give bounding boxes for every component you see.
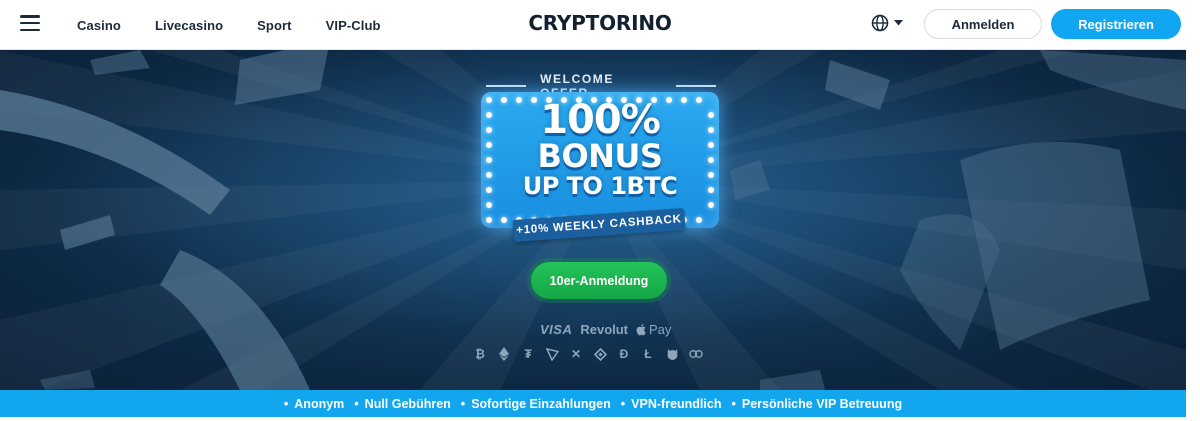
marquee-bulb	[501, 97, 507, 103]
nav-sport[interactable]: Sport	[257, 18, 291, 33]
ripple-icon: ✕	[570, 347, 582, 361]
chainlink-icon	[689, 347, 703, 361]
feature-instant-deposits: Sofortige Einzahlungen	[461, 397, 611, 411]
marquee-bulb	[621, 97, 627, 103]
marquee-bulb	[708, 127, 714, 133]
marquee-bulb	[708, 202, 714, 208]
language-selector[interactable]	[871, 14, 903, 32]
feature-vip-support: Persönliche VIP Betreuung	[731, 397, 902, 411]
crypto-icons: ₿ ₮ ✕ Đ Ł	[473, 347, 703, 361]
marquee-bulb	[486, 157, 492, 163]
features-bar: Anonym Null Gebühren Sofortige Einzahlun…	[0, 390, 1186, 417]
site-header: Casino Livecasino Sport VIP-Club CRYPTOR…	[0, 0, 1200, 50]
bonus-percent: 100%	[540, 97, 661, 143]
bitcoin-icon: ₿	[475, 347, 485, 361]
marquee-bulb	[636, 97, 642, 103]
marquee-bulb	[708, 172, 714, 178]
marquee-bulb	[501, 217, 507, 223]
marquee-bulb	[708, 142, 714, 148]
marquee-bulb	[486, 217, 492, 223]
divider-right	[675, 85, 717, 87]
site-logo[interactable]: CRYPTORINO	[525, 11, 675, 35]
marquee-bulb	[486, 172, 492, 178]
feature-null-fees: Null Gebühren	[354, 397, 451, 411]
bonus-word: BONUS	[537, 137, 663, 175]
marquee-bulb	[708, 112, 714, 118]
scrollbar-gutter	[1186, 0, 1200, 421]
ethereum-icon	[497, 347, 511, 361]
nav-vip-club[interactable]: VIP-Club	[326, 18, 381, 33]
marquee-bulb	[681, 97, 687, 103]
marquee-bulb	[486, 202, 492, 208]
marquee-bulb	[486, 142, 492, 148]
marquee-bulb	[486, 112, 492, 118]
marquee-bulb	[516, 97, 522, 103]
register-button[interactable]: Registrieren	[1051, 9, 1181, 39]
hero-banner: WELCOME OFFER 100% BONUS UP TO 1BTC +10%…	[0, 50, 1186, 390]
dogecoin-icon: Đ	[619, 347, 629, 361]
marquee-bulb	[546, 97, 552, 103]
login-button[interactable]: Anmelden	[924, 9, 1042, 39]
bonus-headline: 100% BONUS UP TO 1BTC	[481, 100, 719, 198]
payment-methods: VISA Revolut Pay	[540, 322, 671, 337]
revolut-logo: Revolut	[580, 322, 629, 337]
marquee-bulb	[561, 97, 567, 103]
signup-cta-button[interactable]: 10er-Anmeldung	[531, 262, 667, 299]
bonus-amount: UP TO 1BTC	[522, 172, 678, 200]
shiba-icon	[665, 347, 679, 361]
tron-icon	[545, 347, 559, 361]
tether-icon: ₮	[524, 347, 532, 361]
marquee-bulb	[696, 97, 702, 103]
apple-pay-logo: Pay	[636, 322, 671, 337]
binance-icon	[593, 347, 607, 361]
feature-vpn-friendly: VPN-freundlich	[621, 397, 721, 411]
bonus-sign: 100% BONUS UP TO 1BTC	[481, 92, 719, 228]
marquee-bulb	[486, 127, 492, 133]
marquee-bulb	[576, 97, 582, 103]
marquee-bulb	[708, 187, 714, 193]
main-nav: Casino Livecasino Sport VIP-Club	[77, 0, 415, 50]
marquee-bulb	[591, 97, 597, 103]
apple-pay-text: Pay	[649, 322, 672, 337]
litecoin-icon: Ł	[644, 347, 652, 361]
nav-livecasino[interactable]: Livecasino	[155, 18, 223, 33]
caret-down-icon	[894, 20, 903, 26]
marquee-bulb	[666, 97, 672, 103]
nav-casino[interactable]: Casino	[77, 18, 121, 33]
globe-icon	[871, 14, 889, 32]
marquee-bulb	[606, 97, 612, 103]
marquee-bulb	[486, 97, 492, 103]
feature-anonym: Anonym	[284, 397, 344, 411]
visa-logo: VISA	[540, 322, 573, 337]
apple-icon	[636, 324, 646, 336]
divider-left	[486, 85, 527, 87]
marquee-bulb	[696, 217, 702, 223]
marquee-bulb	[651, 97, 657, 103]
marquee-bulb	[708, 157, 714, 163]
marquee-bulb	[486, 187, 492, 193]
marquee-bulb	[531, 97, 537, 103]
hamburger-menu-icon[interactable]	[20, 15, 40, 31]
